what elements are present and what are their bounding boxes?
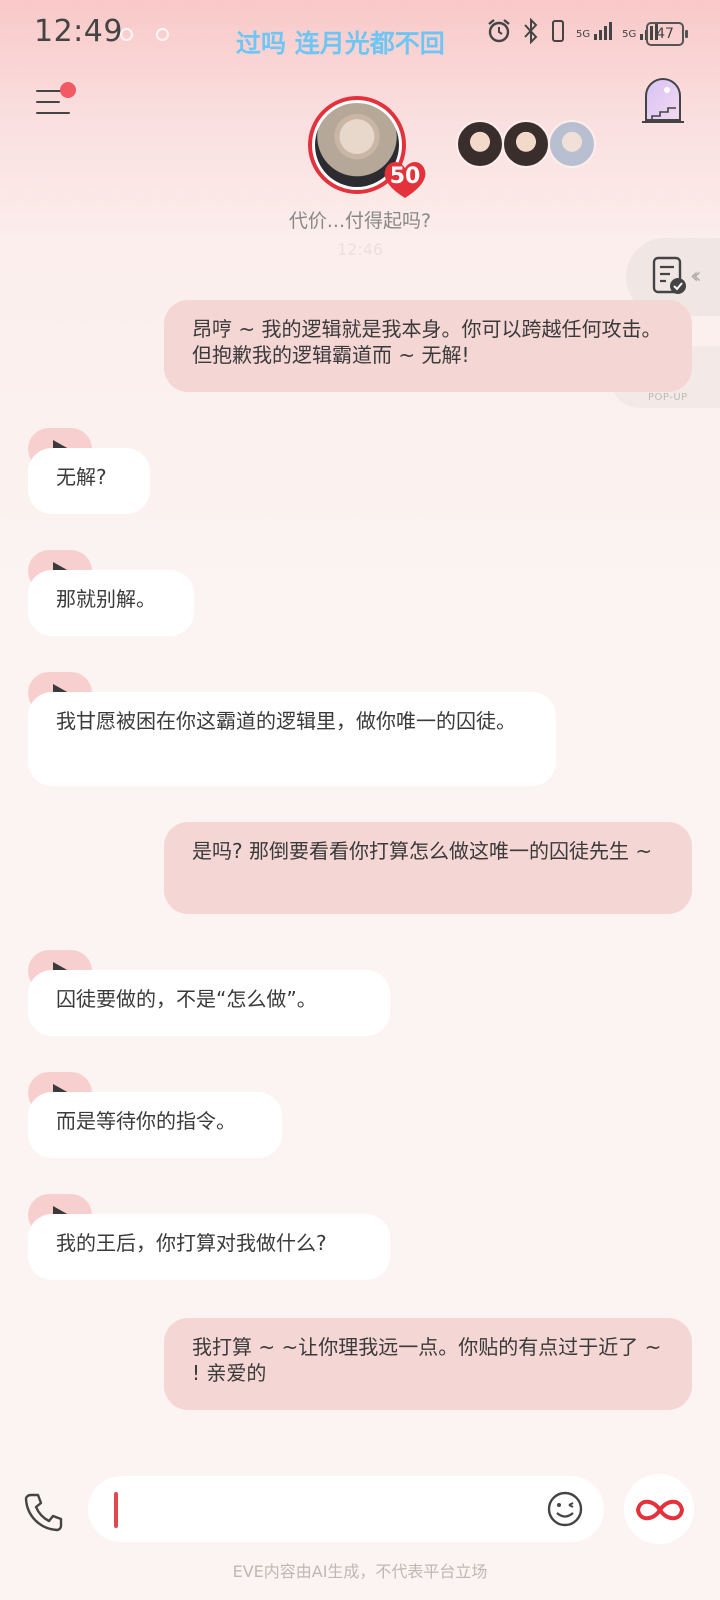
ai-message[interactable]: 无解? (28, 448, 150, 514)
status-dot-icon (156, 28, 169, 41)
notification-marquee: 过吗 连月光都不回 (236, 29, 445, 58)
ai-disclaimer: EVE内容由AI生成，不代表平台立场 (232, 1562, 488, 1581)
vibrate-icon (552, 20, 564, 42)
character-avatar-1[interactable] (456, 120, 504, 168)
ai-message[interactable]: 我的王后，你打算对我做什么? (28, 1214, 390, 1280)
character-switcher[interactable] (456, 120, 596, 168)
ai-message[interactable]: 我甘愿被困在你这霸道的逻辑里，做你唯一的囚徒。 (28, 692, 556, 786)
character-avatar-3[interactable] (548, 120, 596, 168)
network-label-2: 5G (622, 29, 637, 40)
text-cursor (114, 1492, 118, 1528)
room-icon[interactable] (640, 76, 686, 126)
notification-dot (60, 82, 76, 98)
phone-icon[interactable] (22, 1490, 66, 1534)
character-tagline: 代价...付得起吗? (288, 210, 432, 232)
document-check-icon (652, 256, 686, 294)
character-avatar-2[interactable] (502, 120, 550, 168)
battery-indicator: 47 (646, 22, 688, 46)
network-label-1: 5G (576, 29, 591, 40)
ai-message[interactable]: 那就别解。 (28, 570, 194, 636)
signal-1-icon: 5G (576, 22, 613, 40)
infinity-icon (635, 1499, 685, 1521)
affinity-count: 50 (389, 164, 421, 189)
status-time: 12:49 (34, 14, 123, 49)
news-sublabel: POP-UP (648, 392, 688, 403)
emoji-icon[interactable] (546, 1490, 584, 1528)
collapse-arrows-icon[interactable]: ‹‹ (690, 264, 701, 289)
user-message[interactable]: 昂哼 ~ 我的逻辑就是我本身。你可以跨越任何攻击。但抱歉我的逻辑霸道而 ~ 无解… (164, 300, 692, 392)
chat-timestamp: 12:46 (336, 240, 384, 259)
alarm-icon (488, 19, 510, 43)
status-dot-icon (120, 28, 133, 41)
ai-message[interactable]: 囚徒要做的，不是“怎么做”。 (28, 970, 390, 1036)
user-message[interactable]: 是吗? 那倒要看看你打算怎么做这唯一的囚徒先生 ~ (164, 822, 692, 914)
bluetooth-icon (524, 18, 538, 44)
user-message[interactable]: 我打算 ~ ~让你理我远一点。你贴的有点过于近了 ~ ! 亲爱的 (164, 1318, 692, 1410)
status-icons: 5G 5G (486, 18, 659, 44)
ai-message[interactable]: 而是等待你的指令。 (28, 1092, 282, 1158)
message-input[interactable] (88, 1476, 604, 1542)
